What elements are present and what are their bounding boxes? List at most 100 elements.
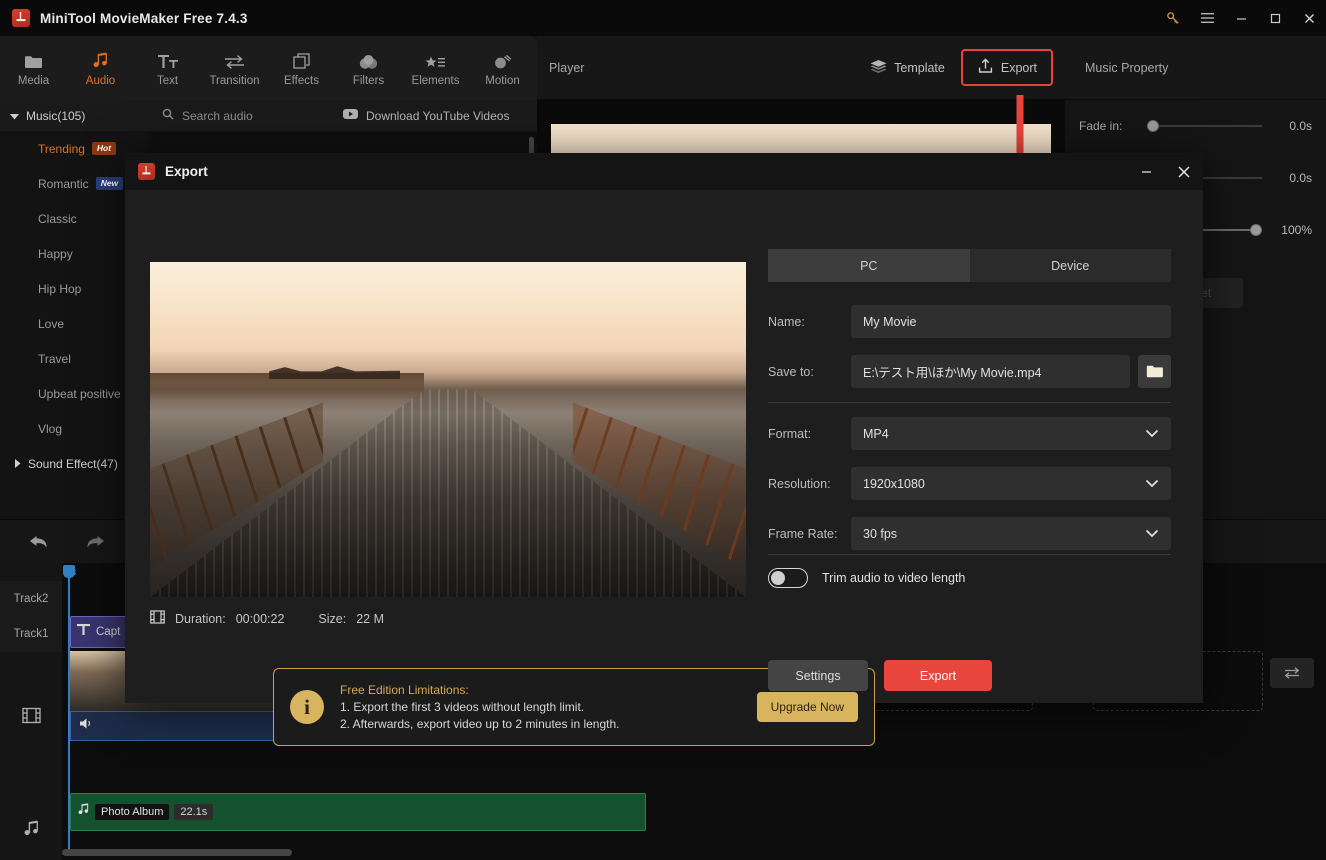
- tool-filters[interactable]: Filters: [335, 36, 402, 100]
- export-label: Export: [1000, 60, 1037, 75]
- category-label: Vlog: [38, 421, 63, 436]
- name-input[interactable]: My Movie: [851, 305, 1171, 338]
- youtube-download-icon: [343, 108, 358, 123]
- library-header[interactable]: Music(105): [0, 100, 148, 131]
- name-label: Name:: [768, 314, 805, 329]
- app-title: MiniTool MovieMaker Free 7.4.3: [40, 10, 248, 26]
- fade-in-slider[interactable]: [1147, 119, 1262, 133]
- category-label: Hip Hop: [38, 281, 82, 296]
- save-to-input[interactable]: E:\テスト用\ほか\My Movie.mp4: [851, 355, 1130, 388]
- resolution-select[interactable]: 1920x1080: [851, 467, 1171, 500]
- tool-media[interactable]: Media: [0, 36, 67, 100]
- export-confirm-button[interactable]: Export: [884, 660, 992, 691]
- tool-effects[interactable]: Effects: [268, 36, 335, 100]
- format-select[interactable]: MP4: [851, 417, 1171, 450]
- notice-line-2: 2. Afterwards, export video up to 2 minu…: [340, 717, 620, 731]
- export-meta: Duration: 00:00:22 Size: 22 M: [150, 610, 384, 627]
- slider-knob[interactable]: [1250, 224, 1262, 236]
- resolution-row: Resolution: 1920x1080: [768, 467, 1171, 500]
- redo-icon[interactable]: [82, 529, 108, 555]
- tab-pc[interactable]: PC: [768, 249, 970, 282]
- player-actions: Template Export: [858, 49, 1053, 86]
- film-icon: [150, 610, 165, 627]
- dialog-minimize-icon[interactable]: [1127, 153, 1165, 190]
- tool-audio[interactable]: Audio: [67, 36, 134, 100]
- tool-motion-label: Motion: [485, 74, 520, 87]
- text-clip-icon: [77, 623, 90, 641]
- tool-text-label: Text: [156, 74, 179, 87]
- export-preview-image: [150, 262, 746, 597]
- notice-heading: Free Edition Limitations:: [340, 683, 469, 697]
- resolution-value: 1920x1080: [863, 476, 925, 491]
- property-panel-header: Music Property: [1065, 36, 1326, 100]
- slider-knob[interactable]: [1147, 120, 1159, 132]
- size-label: Size:: [318, 611, 347, 626]
- tool-elements[interactable]: Elements: [402, 36, 469, 100]
- fade-in-value: 0.0s: [1289, 119, 1312, 133]
- trim-audio-toggle[interactable]: [768, 568, 808, 588]
- search-icon: [162, 107, 174, 125]
- frame-rate-value: 30 fps: [863, 526, 898, 541]
- duration-value: 00:00:22: [235, 611, 285, 626]
- badge-hot: Hot: [91, 142, 117, 155]
- fade-in-label: Fade in:: [1079, 119, 1123, 133]
- browse-folder-button[interactable]: [1138, 355, 1171, 388]
- music-clip-name: Photo Album: [95, 804, 170, 820]
- video-track-icon[interactable]: [0, 683, 62, 747]
- close-icon[interactable]: [1292, 0, 1326, 36]
- speaker-icon: [79, 717, 94, 735]
- tool-text[interactable]: Text: [134, 36, 201, 100]
- maximize-icon[interactable]: [1258, 0, 1292, 36]
- music-clip-duration: 22.1s: [174, 804, 214, 820]
- toggle-knob: [771, 571, 785, 585]
- tool-motion[interactable]: Motion: [469, 36, 536, 100]
- transition-swap-icon[interactable]: [1270, 658, 1314, 688]
- text-icon: [157, 50, 178, 70]
- app-window: MiniTool MovieMaker Free 7.4.3 Media Aud…: [0, 0, 1326, 860]
- chevron-right-icon: [14, 457, 21, 471]
- category-label: Trending: [38, 141, 85, 156]
- tool-elements-label: Elements: [411, 74, 460, 87]
- export-settings-column: PC Device Name: My Movie Save to: E:\テスト…: [768, 190, 1203, 703]
- export-button[interactable]: Export: [960, 49, 1053, 86]
- layers-icon: [870, 59, 887, 77]
- download-youtube-button[interactable]: Download YouTube Videos: [343, 108, 509, 123]
- audio-track-icon[interactable]: [0, 797, 62, 860]
- timeline-music-clip[interactable]: Photo Album 22.1s: [70, 793, 646, 831]
- timeline-horizontal-scrollbar[interactable]: [62, 849, 292, 856]
- format-label: Format:: [768, 426, 812, 441]
- search-input[interactable]: Search audio: [148, 107, 343, 125]
- tab-device[interactable]: Device: [970, 249, 1172, 282]
- undo-icon[interactable]: [26, 529, 52, 555]
- search-placeholder: Search audio: [182, 108, 253, 123]
- track-label-track2: Track2: [0, 581, 62, 617]
- badge-new: New: [95, 177, 124, 190]
- frame-rate-select[interactable]: 30 fps: [851, 517, 1171, 550]
- template-button[interactable]: Template: [858, 52, 957, 84]
- volume-value: 100%: [1281, 223, 1312, 237]
- tool-media-label: Media: [17, 74, 50, 87]
- dialog-logo-icon: [138, 163, 155, 180]
- main-toolbar: Media Audio Text Transition Effects Filt…: [0, 36, 537, 100]
- hamburger-menu-icon[interactable]: [1190, 0, 1224, 36]
- settings-button[interactable]: Settings: [768, 660, 868, 691]
- format-row: Format: MP4: [768, 417, 1171, 450]
- size-value: 22 M: [356, 611, 384, 626]
- export-upload-icon: [977, 58, 994, 77]
- tool-filters-label: Filters: [352, 74, 385, 87]
- export-dialog-body: Duration: 00:00:22 Size: 22 M Free Editi…: [125, 190, 1203, 746]
- minimize-icon[interactable]: [1224, 0, 1258, 36]
- key-icon[interactable]: [1156, 0, 1190, 36]
- filters-icon: [359, 50, 378, 70]
- category-label: Travel: [38, 351, 71, 366]
- duration-label: Duration:: [175, 611, 226, 626]
- dialog-close-icon[interactable]: [1165, 153, 1203, 190]
- music-note-icon: [91, 50, 110, 70]
- motion-icon: [493, 50, 512, 70]
- tool-transition[interactable]: Transition: [201, 36, 268, 100]
- trim-audio-row: Trim audio to video length: [768, 568, 965, 588]
- name-row: Name: My Movie: [768, 305, 1171, 338]
- export-dialog-titlebar: Export: [125, 153, 1203, 190]
- notice-line-1: 1. Export the first 3 videos without len…: [340, 700, 585, 714]
- category-label: Upbeat positive: [38, 386, 121, 401]
